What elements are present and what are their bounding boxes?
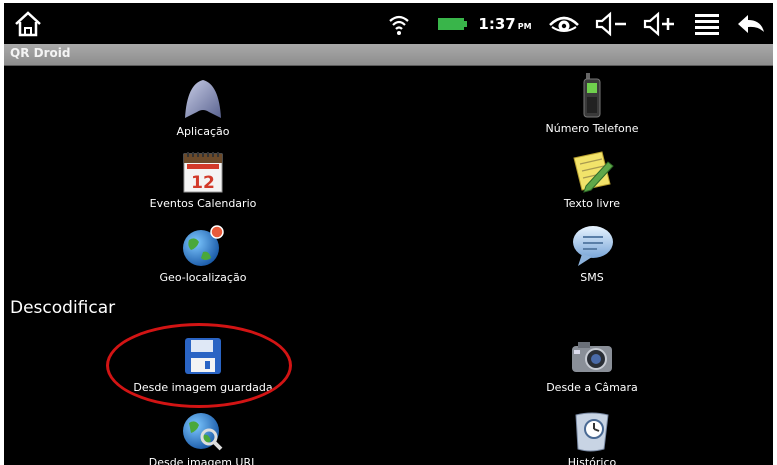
item-label: Texto livre xyxy=(563,197,621,210)
geo-localizacao-item[interactable]: Geo-localização xyxy=(103,224,303,286)
eye-icon[interactable] xyxy=(544,3,584,44)
volume-down-icon[interactable] xyxy=(590,3,634,44)
calendar-day: 12 xyxy=(191,173,215,193)
wifi-icon xyxy=(384,3,414,44)
clock-ampm: PM xyxy=(517,21,532,31)
app-title-bar: QR Droid xyxy=(4,44,773,66)
camera-icon xyxy=(564,334,620,378)
item-label: Geo-localização xyxy=(159,271,247,284)
home-icon[interactable] xyxy=(8,3,48,44)
desde-a-camara-item[interactable]: Desde a Câmara xyxy=(492,334,692,396)
scroll-clock-icon xyxy=(564,409,620,453)
android-app-icon xyxy=(175,78,231,122)
status-bar: 1:37 PM xyxy=(4,3,773,44)
item-label: Desde imagem URL xyxy=(148,456,258,465)
globe-search-icon xyxy=(175,409,231,453)
item-label: Número Telefone xyxy=(545,122,639,135)
phone-icon xyxy=(564,73,620,118)
clock: 1:37 PM xyxy=(475,3,535,44)
device-screen: 1:37 PM QR Droid Aplicação Número Telefo… xyxy=(4,3,773,465)
calendar-icon: 12 xyxy=(175,150,231,194)
globe-location-icon xyxy=(175,224,231,268)
item-label: Aplicação xyxy=(176,125,230,138)
speech-bubble-icon xyxy=(564,224,620,268)
aplicacao-item[interactable]: Aplicação xyxy=(103,78,303,140)
menu-icon[interactable] xyxy=(690,3,724,44)
numero-telefone-item[interactable]: Número Telefone xyxy=(492,73,692,137)
historico-item[interactable]: Histórico xyxy=(492,409,692,465)
desde-imagem-url-item[interactable]: Desde imagem URL xyxy=(103,409,303,465)
item-label: Eventos Calendario xyxy=(149,197,257,210)
battery-icon xyxy=(435,3,471,44)
app-title: QR Droid xyxy=(10,46,71,60)
volume-up-icon[interactable] xyxy=(638,3,682,44)
item-label: Histórico xyxy=(567,456,617,465)
note-pencil-icon xyxy=(564,150,620,194)
eventos-calendario-item[interactable]: 12 Eventos Calendario xyxy=(103,150,303,212)
item-label: Desde a Câmara xyxy=(546,381,638,394)
item-label: SMS xyxy=(580,271,604,284)
back-icon[interactable] xyxy=(732,3,770,44)
highlight-circle-annotation xyxy=(106,323,292,408)
texto-livre-item[interactable]: Texto livre xyxy=(492,150,692,212)
sms-item[interactable]: SMS xyxy=(492,224,692,286)
clock-time: 1:37 xyxy=(478,14,516,33)
section-header-decode: Descodificar xyxy=(10,298,116,318)
